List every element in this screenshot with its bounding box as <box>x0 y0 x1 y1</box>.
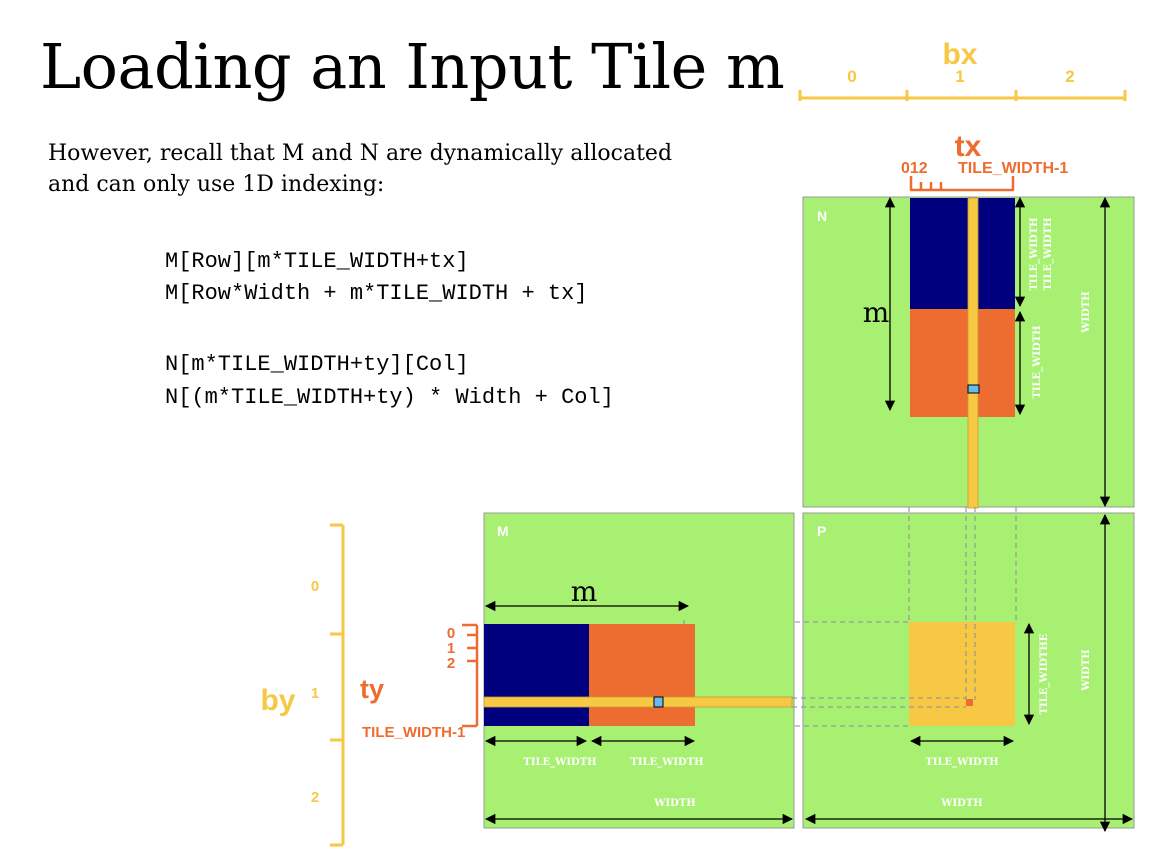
n-tile-width-label-1: TILE_WIDTH <box>1029 217 1040 290</box>
matrix-m-label: M <box>497 523 509 539</box>
matrix-p-label: P <box>817 523 826 539</box>
m-tile-width-label-2: TILE_WIDTH <box>630 757 703 768</box>
p-tile <box>909 622 1015 726</box>
n-element-marker <box>967 384 980 394</box>
m-element-marker <box>653 696 664 708</box>
p-height-label: WIDTH <box>1081 649 1092 691</box>
m-tile-orange <box>589 624 695 726</box>
p-tile-widthe-label: TILE_WIDTHE <box>1039 633 1050 714</box>
ty-ruler <box>462 623 479 728</box>
ty-tick-2: 2 <box>447 655 455 672</box>
bx-tick-2: 2 <box>1065 67 1074 86</box>
n-tile-navy <box>910 198 1015 309</box>
ty-label: ty <box>360 674 384 704</box>
m-width-label: WIDTH <box>653 798 695 809</box>
n-tile-width-label-3: TILE_WIDTH <box>1032 325 1043 398</box>
tiling-diagram: bx 0 1 2 tx 012 TILE_WIDTH-1 N m TILE_WI… <box>260 38 1135 847</box>
bx-tick-0: 0 <box>847 67 856 86</box>
n-m-label: m <box>863 296 890 329</box>
tx-ticks: 012 <box>901 160 928 177</box>
by-tick-1: 1 <box>311 685 319 702</box>
by-tick-2: 2 <box>311 789 319 806</box>
matrix-n-label: N <box>817 208 827 224</box>
m-tile-width-label-1: TILE_WIDTH <box>523 757 596 768</box>
m-m-label: m <box>571 575 598 608</box>
by-tick-0: 0 <box>311 578 319 595</box>
p-element-marker <box>966 699 973 706</box>
tx-ruler <box>909 176 1015 192</box>
m-row-strip <box>483 696 793 708</box>
n-width-label: WIDTH <box>1081 291 1092 333</box>
n-tile-width-label-2: TILE_WIDTH <box>1043 217 1054 290</box>
ty-last-label: TILE_WIDTH-1 <box>362 724 465 741</box>
bx-tick-1: 1 <box>955 67 964 86</box>
n-column-strip <box>967 197 979 509</box>
m-tile-navy <box>484 624 589 726</box>
slide: Loading an Input Tile m However, recall … <box>0 0 1158 854</box>
by-ruler <box>330 523 345 847</box>
tx-label: tx <box>955 130 982 163</box>
p-tile-width-label: TILE_WIDTH <box>925 757 998 768</box>
p-width-label: WIDTH <box>940 798 982 809</box>
n-tile-orange <box>910 309 1015 417</box>
bx-ruler <box>798 90 1127 101</box>
by-label: by <box>260 684 295 717</box>
tx-last-label: TILE_WIDTH-1 <box>958 160 1068 177</box>
